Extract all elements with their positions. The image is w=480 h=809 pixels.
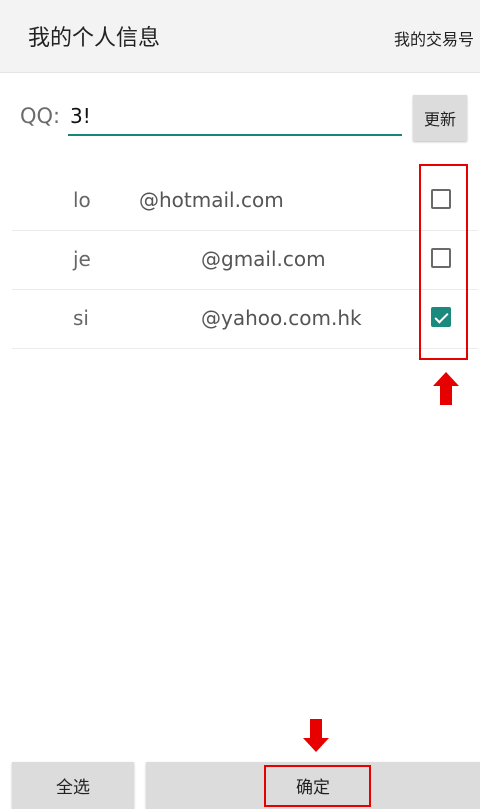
email-list: lo @hotmail.com je @gmail.com si @yahoo.… [12,172,478,349]
qq-input[interactable] [68,98,402,136]
email-row-hotmail[interactable]: lo @hotmail.com [12,172,478,231]
up-arrow-icon [433,372,459,386]
email-row-gmail[interactable]: je @gmail.com [12,231,478,290]
page-title: 我的个人信息 [28,26,161,51]
my-trade-number-action[interactable]: 我的交易号 [394,26,474,50]
down-arrow-icon [303,738,329,752]
checkbox-highlight-box [419,164,468,360]
email-prefix: lo [73,188,91,212]
email-domain: @hotmail.com [139,188,284,212]
email-domain: @gmail.com [201,247,326,271]
update-button[interactable]: 更新 [413,95,467,141]
email-domain: @yahoo.com.hk [201,306,362,330]
qq-row: QQ: 更新 [0,92,480,148]
select-all-button[interactable]: 全选 [12,762,134,809]
app-toolbar: 我的个人信息 我的交易号 [0,0,480,73]
down-arrow-shaft [310,719,322,739]
confirm-highlight-box [264,765,371,807]
up-arrow-shaft [440,385,452,405]
qq-label: QQ: [20,104,61,128]
email-prefix: je [73,247,91,271]
email-prefix: si [73,306,89,330]
email-row-yahoo[interactable]: si @yahoo.com.hk [12,290,478,349]
bottom-button-bar: 全选 确定 [0,762,480,809]
